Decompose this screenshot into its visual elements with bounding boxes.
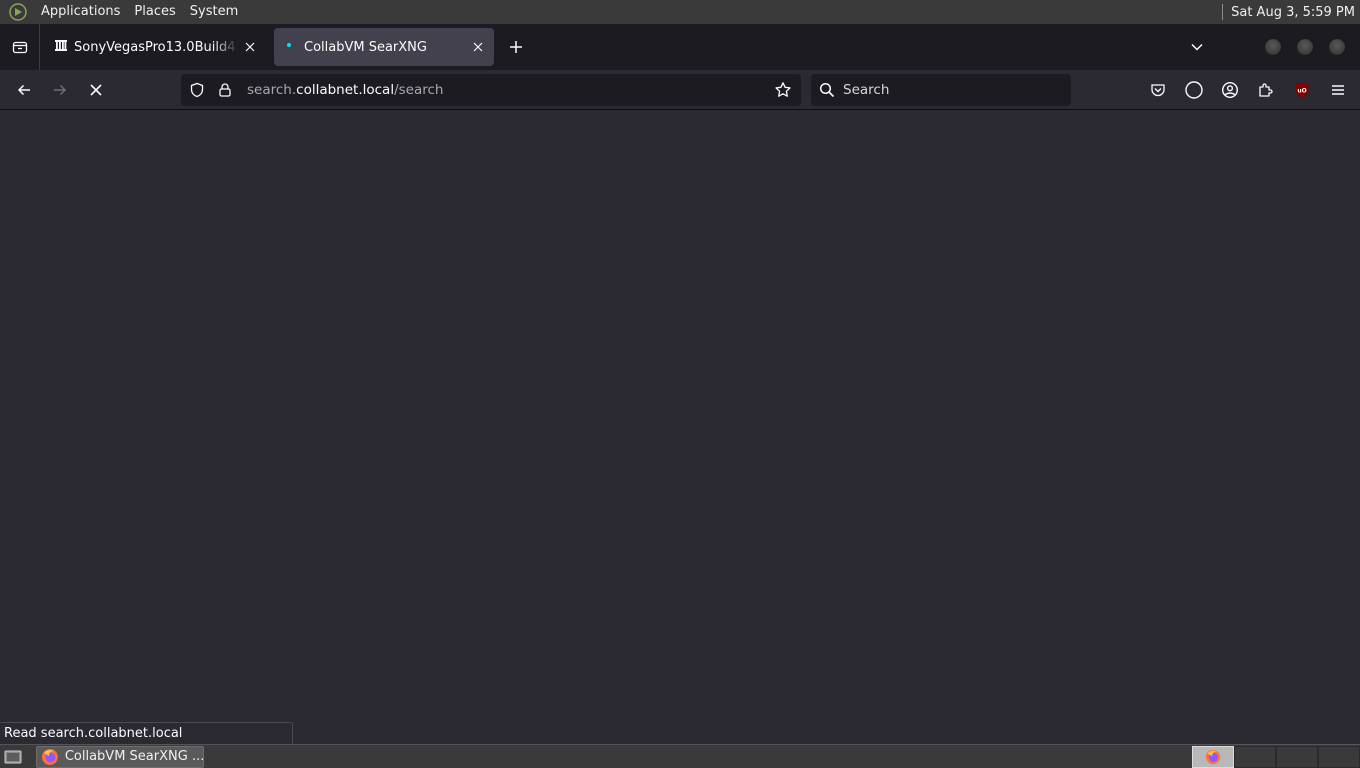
url-host: collabnet.local <box>296 82 395 98</box>
account-icon <box>1221 81 1239 99</box>
firefox-view-icon <box>12 41 27 54</box>
chevron-down-icon <box>1191 43 1203 51</box>
tab-sonyvegas[interactable]: SonyVegasPro13.0Build453 <box>44 28 266 66</box>
hamburger-menu-icon <box>1332 85 1344 95</box>
plus-icon <box>510 41 522 53</box>
workspace-4[interactable] <box>1318 745 1360 768</box>
ublock-origin-button[interactable]: uO <box>1286 74 1318 106</box>
panel-separator <box>1222 4 1224 20</box>
toolbar-actions: uO <box>1138 74 1354 106</box>
firefox-icon <box>1205 749 1221 764</box>
circle-icon <box>1185 81 1203 99</box>
account-button[interactable] <box>1214 74 1246 106</box>
status-panel: Read search.collabnet.local <box>0 722 293 744</box>
lock-icon[interactable] <box>213 78 237 102</box>
menu-places[interactable]: Places <box>127 0 182 24</box>
arrow-left-icon <box>17 84 30 95</box>
extensions-button[interactable] <box>1250 74 1282 106</box>
tab-title: CollabVM SearXNG <box>304 39 427 55</box>
puzzle-icon <box>1259 83 1273 97</box>
taskbar-item-title: CollabVM SearXNG ... <box>64 749 203 764</box>
close-icon <box>90 83 102 96</box>
svg-text:uO: uO <box>1297 88 1306 95</box>
top-panel: Applications Places System Sat Aug 3, 5:… <box>0 0 1360 24</box>
search-icon <box>819 82 837 98</box>
minimize-window-button[interactable] <box>1264 38 1282 56</box>
close-icon[interactable] <box>242 39 258 55</box>
url-bar[interactable]: search.collabnet.local/search <box>181 74 801 106</box>
shield-icon[interactable] <box>185 78 209 102</box>
forward-button[interactable] <box>44 74 76 106</box>
workspace-3[interactable] <box>1276 745 1318 768</box>
tab-title: SonyVegasPro13.0Build453 <box>74 39 238 55</box>
url-path: /search <box>394 82 444 98</box>
ublock-icon: uO <box>1295 82 1309 98</box>
archive-icon <box>54 38 68 56</box>
workspace-1[interactable] <box>1192 745 1234 768</box>
search-input[interactable] <box>843 82 1043 98</box>
mate-logo-icon[interactable] <box>8 2 28 22</box>
loading-icon <box>284 38 298 56</box>
list-all-tabs-button[interactable] <box>1182 32 1212 62</box>
search-bar[interactable] <box>811 74 1071 106</box>
extension-circle-button[interactable] <box>1178 74 1210 106</box>
navigation-toolbar: search.collabnet.local/search uO <box>0 70 1360 110</box>
arrow-right-icon <box>54 84 67 95</box>
show-desktop-icon[interactable] <box>2 747 24 767</box>
back-button[interactable] <box>8 74 40 106</box>
pocket-icon <box>1151 84 1165 97</box>
close-icon[interactable] <box>470 39 486 55</box>
bookmark-star-icon[interactable] <box>769 76 797 104</box>
menu-applications[interactable]: Applications <box>34 0 127 24</box>
page-content <box>0 111 1360 743</box>
stop-button[interactable] <box>80 74 112 106</box>
tab-bar: SonyVegasPro13.0Build453 CollabVM SearXN… <box>0 24 1360 70</box>
menu-system[interactable]: System <box>183 0 245 24</box>
url-text[interactable]: search.collabnet.local/search <box>247 82 769 98</box>
firefox-icon <box>41 748 58 765</box>
bottom-panel: CollabVM SearXNG ... <box>0 744 1360 768</box>
new-tab-button[interactable] <box>500 31 532 63</box>
firefox-view-button[interactable] <box>0 24 40 70</box>
tab-collabvm-searxng[interactable]: CollabVM SearXNG <box>274 28 494 66</box>
clock[interactable]: Sat Aug 3, 5:59 PM <box>1231 5 1360 20</box>
taskbar-item-firefox[interactable]: CollabVM SearXNG ... <box>36 745 204 768</box>
maximize-window-button[interactable] <box>1296 38 1314 56</box>
app-menu-button[interactable] <box>1322 74 1354 106</box>
url-host-prefix: search. <box>247 82 297 98</box>
workspace-2[interactable] <box>1234 745 1276 768</box>
close-window-button[interactable] <box>1328 38 1346 56</box>
pocket-button[interactable] <box>1142 74 1174 106</box>
